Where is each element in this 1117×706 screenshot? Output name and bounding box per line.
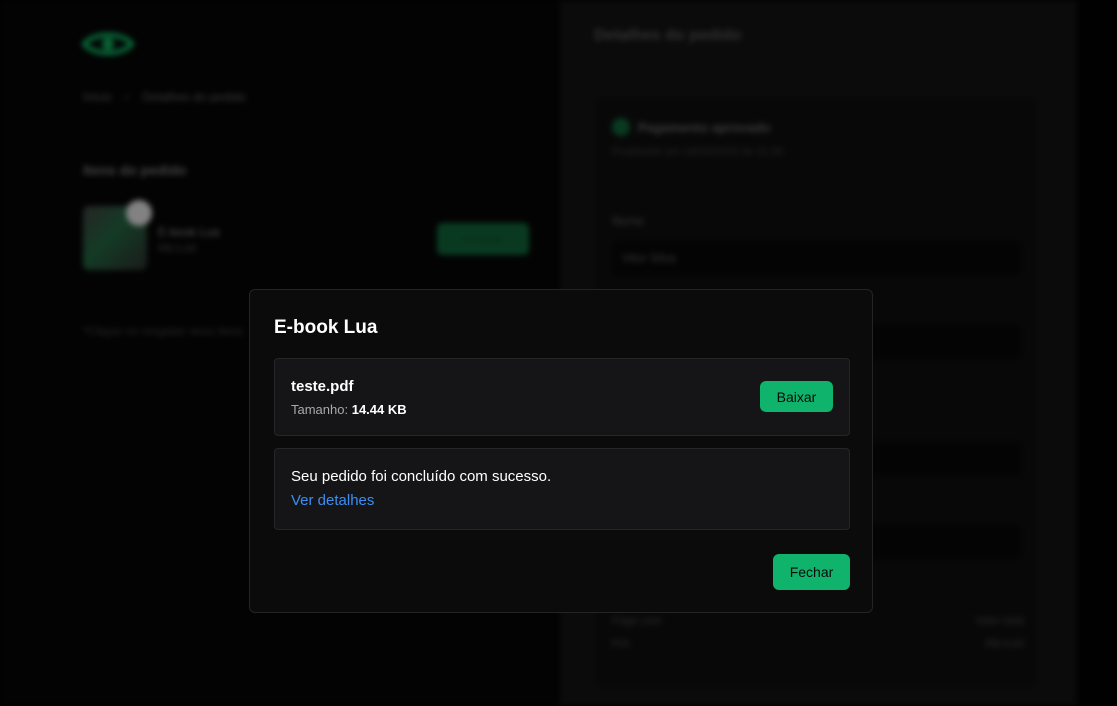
view-details-link[interactable]: Ver detalhes xyxy=(291,492,374,509)
success-message-box: Seu pedido foi concluído com sucesso. Ve… xyxy=(274,448,850,530)
download-modal: E-book Lua teste.pdf Tamanho: 14.44 KB B… xyxy=(249,289,873,613)
success-message: Seu pedido foi concluído com sucesso. xyxy=(291,468,552,485)
download-button[interactable]: Baixar xyxy=(760,381,833,412)
file-size-label: Tamanho: xyxy=(291,402,349,417)
file-size-value: 14.44 KB xyxy=(351,402,407,417)
close-button[interactable]: Fechar xyxy=(773,554,850,590)
file-size: Tamanho: 14.44 KB xyxy=(291,402,407,417)
file-item: teste.pdf Tamanho: 14.44 KB Baixar xyxy=(274,358,850,436)
file-name: teste.pdf xyxy=(291,378,354,395)
modal-title: E-book Lua xyxy=(274,317,378,338)
